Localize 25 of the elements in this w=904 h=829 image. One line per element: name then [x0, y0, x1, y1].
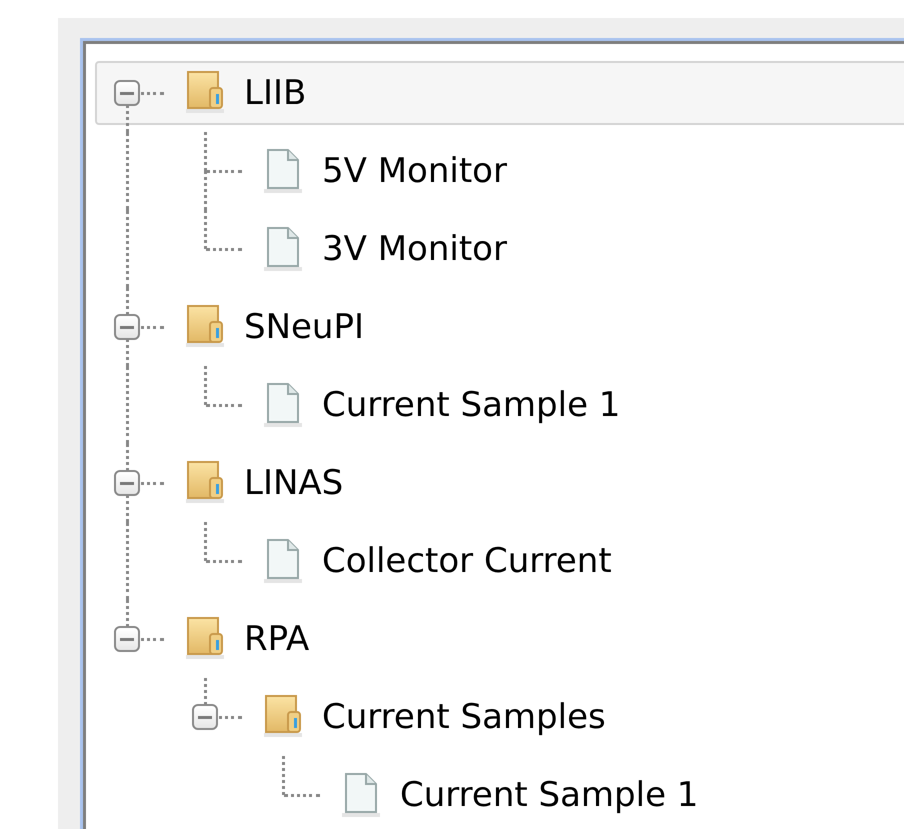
- tree-item-label[interactable]: SNeuPI: [244, 310, 364, 344]
- tree-item-label[interactable]: LINAS: [244, 466, 344, 500]
- collapse-toggle[interactable]: [114, 80, 140, 106]
- tree-item-label[interactable]: Current Samples: [322, 700, 606, 734]
- collapse-toggle[interactable]: [114, 314, 140, 340]
- document-icon: [264, 538, 302, 584]
- collapse-toggle[interactable]: [114, 470, 140, 496]
- tree-item-label[interactable]: 5V Monitor: [322, 154, 507, 188]
- tree-item-label[interactable]: RPA: [244, 622, 310, 656]
- tree-item-label[interactable]: Current Sample 1: [400, 778, 698, 812]
- folder-icon: [186, 616, 226, 662]
- folder-icon: [264, 694, 304, 740]
- tree-item-label[interactable]: Current Sample 1: [322, 388, 620, 422]
- document-icon: [264, 382, 302, 428]
- folder-icon: [186, 304, 226, 350]
- folder-icon: [186, 460, 226, 506]
- tree-item-label[interactable]: LIIB: [244, 76, 306, 110]
- document-icon: [342, 772, 380, 818]
- tree-item-label[interactable]: 3V Monitor: [322, 232, 507, 266]
- collapse-toggle[interactable]: [192, 704, 218, 730]
- tree-item-label[interactable]: Collector Current: [322, 544, 612, 578]
- folder-icon: [186, 70, 226, 116]
- document-icon: [264, 226, 302, 272]
- document-icon: [264, 148, 302, 194]
- collapse-toggle[interactable]: [114, 626, 140, 652]
